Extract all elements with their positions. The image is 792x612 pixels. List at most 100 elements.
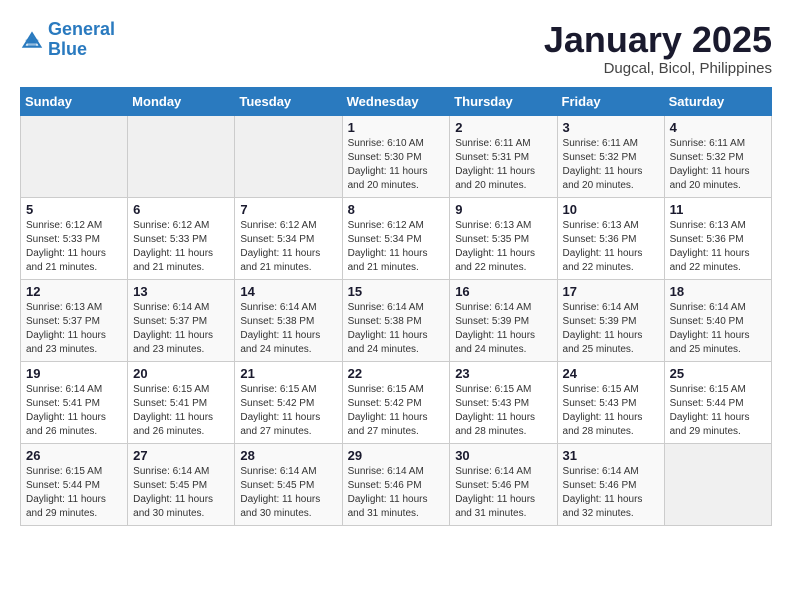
day-info: Sunrise: 6:15 AM Sunset: 5:41 PM Dayligh… xyxy=(133,383,229,439)
calendar-cell: 29Sunrise: 6:14 AM Sunset: 5:46 PM Dayli… xyxy=(342,443,450,525)
calendar-cell: 8Sunrise: 6:12 AM Sunset: 5:34 PM Daylig… xyxy=(342,197,450,279)
calendar-cell: 10 Sunrise: 6:13 AM Sunset: 5:36 PM Dayli… xyxy=(557,197,664,279)
day-number: 19 xyxy=(26,366,122,381)
day-info: Sunrise: 6:12 AM Sunset: 5:34 PM Dayligh… xyxy=(348,219,445,275)
calendar-cell: 11 Sunrise: 6:13 AM Sunset: 5:36 PM Dayli… xyxy=(664,197,771,279)
day-info: Sunrise: 6:15 AM Sunset: 5:44 PM Dayligh… xyxy=(670,383,766,439)
calendar-cell: 19 Sunrise: 6:14 AM Sunset: 5:41 PM Dayli… xyxy=(21,361,128,443)
day-info: Sunrise: 6:14 AM Sunset: 5:39 PM Dayligh… xyxy=(455,301,551,357)
day-number: 18 xyxy=(670,284,766,299)
calendar-cell: 3 Sunrise: 6:11 AM Sunset: 5:32 PM Daylig… xyxy=(557,115,664,197)
logo: General Blue xyxy=(20,20,115,60)
day-number: 1 xyxy=(348,120,445,135)
calendar-cell: 26Sunrise: 6:15 AM Sunset: 5:44 PM Dayli… xyxy=(21,443,128,525)
day-info: Sunrise: 6:10 AM Sunset: 5:30 PM Dayligh… xyxy=(348,137,445,193)
day-info: Sunrise: 6:15 AM Sunset: 5:43 PM Dayligh… xyxy=(455,383,551,439)
calendar-cell: 25 Sunrise: 6:15 AM Sunset: 5:44 PM Dayli… xyxy=(664,361,771,443)
day-info: Sunrise: 6:11 AM Sunset: 5:32 PM Dayligh… xyxy=(670,137,766,193)
calendar-week-row: 1 Sunrise: 6:10 AM Sunset: 5:30 PM Daylig… xyxy=(21,115,772,197)
day-number: 27 xyxy=(133,448,229,463)
calendar-cell xyxy=(235,115,342,197)
calendar-cell: 28 Sunrise: 6:14 AM Sunset: 5:45 PM Dayli… xyxy=(235,443,342,525)
day-number: 28 xyxy=(240,448,336,463)
day-info: Sunrise: 6:13 AM Sunset: 5:36 PM Dayligh… xyxy=(670,219,766,275)
day-number: 3 xyxy=(563,120,659,135)
subtitle: Dugcal, Bicol, Philippines xyxy=(544,60,772,77)
day-info: Sunrise: 6:15 AM Sunset: 5:43 PM Dayligh… xyxy=(563,383,659,439)
logo-text: General Blue xyxy=(48,20,115,60)
calendar-cell xyxy=(128,115,235,197)
calendar-cell: 13 Sunrise: 6:14 AM Sunset: 5:37 PM Dayli… xyxy=(128,279,235,361)
calendar-cell xyxy=(664,443,771,525)
day-info: Sunrise: 6:11 AM Sunset: 5:32 PM Dayligh… xyxy=(563,137,659,193)
day-info: Sunrise: 6:13 AM Sunset: 5:35 PM Dayligh… xyxy=(455,219,551,275)
calendar-cell: 20 Sunrise: 6:15 AM Sunset: 5:41 PM Dayli… xyxy=(128,361,235,443)
day-info: Sunrise: 6:12 AM Sunset: 5:33 PM Dayligh… xyxy=(26,219,122,275)
day-info: Sunrise: 6:14 AM Sunset: 5:41 PM Dayligh… xyxy=(26,383,122,439)
day-number: 2 xyxy=(455,120,551,135)
day-info: Sunrise: 6:14 AM Sunset: 5:46 PM Dayligh… xyxy=(455,465,551,521)
day-number: 21 xyxy=(240,366,336,381)
day-number: 10 xyxy=(563,202,659,217)
day-number: 16 xyxy=(455,284,551,299)
calendar-cell xyxy=(21,115,128,197)
calendar-cell: 6Sunrise: 6:12 AM Sunset: 5:33 PM Daylig… xyxy=(128,197,235,279)
weekday-header: Wednesday xyxy=(342,87,450,115)
day-number: 7 xyxy=(240,202,336,217)
calendar-week-row: 12 Sunrise: 6:13 AM Sunset: 5:37 PM Dayli… xyxy=(21,279,772,361)
day-number: 4 xyxy=(670,120,766,135)
day-number: 24 xyxy=(563,366,659,381)
day-info: Sunrise: 6:13 AM Sunset: 5:37 PM Dayligh… xyxy=(26,301,122,357)
weekday-header: Thursday xyxy=(450,87,557,115)
day-info: Sunrise: 6:12 AM Sunset: 5:34 PM Dayligh… xyxy=(240,219,336,275)
day-info: Sunrise: 6:15 AM Sunset: 5:42 PM Dayligh… xyxy=(348,383,445,439)
day-number: 25 xyxy=(670,366,766,381)
day-number: 30 xyxy=(455,448,551,463)
day-number: 20 xyxy=(133,366,229,381)
calendar-cell: 15Sunrise: 6:14 AM Sunset: 5:38 PM Dayli… xyxy=(342,279,450,361)
calendar-table: SundayMondayTuesdayWednesdayThursdayFrid… xyxy=(20,87,772,526)
page-header: General Blue January 2025 Dugcal, Bicol,… xyxy=(20,20,772,77)
calendar-cell: 24 Sunrise: 6:15 AM Sunset: 5:43 PM Dayli… xyxy=(557,361,664,443)
day-number: 23 xyxy=(455,366,551,381)
month-title: January 2025 xyxy=(544,20,772,60)
calendar-cell: 14 Sunrise: 6:14 AM Sunset: 5:38 PM Dayli… xyxy=(235,279,342,361)
day-number: 31 xyxy=(563,448,659,463)
calendar-cell: 17 Sunrise: 6:14 AM Sunset: 5:39 PM Dayli… xyxy=(557,279,664,361)
day-info: Sunrise: 6:14 AM Sunset: 5:39 PM Dayligh… xyxy=(563,301,659,357)
calendar-cell: 31 Sunrise: 6:14 AM Sunset: 5:46 PM Dayli… xyxy=(557,443,664,525)
day-info: Sunrise: 6:14 AM Sunset: 5:46 PM Dayligh… xyxy=(563,465,659,521)
day-number: 9 xyxy=(455,202,551,217)
day-number: 22 xyxy=(348,366,445,381)
day-info: Sunrise: 6:14 AM Sunset: 5:40 PM Dayligh… xyxy=(670,301,766,357)
day-info: Sunrise: 6:14 AM Sunset: 5:38 PM Dayligh… xyxy=(348,301,445,357)
calendar-cell: 22 Sunrise: 6:15 AM Sunset: 5:42 PM Dayli… xyxy=(342,361,450,443)
day-info: Sunrise: 6:14 AM Sunset: 5:38 PM Dayligh… xyxy=(240,301,336,357)
day-info: Sunrise: 6:12 AM Sunset: 5:33 PM Dayligh… xyxy=(133,219,229,275)
day-info: Sunrise: 6:13 AM Sunset: 5:36 PM Dayligh… xyxy=(563,219,659,275)
title-area: January 2025 Dugcal, Bicol, Philippines xyxy=(544,20,772,77)
day-number: 14 xyxy=(240,284,336,299)
calendar-cell: 30 Sunrise: 6:14 AM Sunset: 5:46 PM Dayli… xyxy=(450,443,557,525)
weekday-header: Friday xyxy=(557,87,664,115)
weekday-header: Sunday xyxy=(21,87,128,115)
day-info: Sunrise: 6:14 AM Sunset: 5:37 PM Dayligh… xyxy=(133,301,229,357)
calendar-cell: 9 Sunrise: 6:13 AM Sunset: 5:35 PM Daylig… xyxy=(450,197,557,279)
calendar-cell: 12 Sunrise: 6:13 AM Sunset: 5:37 PM Dayli… xyxy=(21,279,128,361)
calendar-week-row: 5Sunrise: 6:12 AM Sunset: 5:33 PM Daylig… xyxy=(21,197,772,279)
day-number: 11 xyxy=(670,202,766,217)
day-info: Sunrise: 6:14 AM Sunset: 5:46 PM Dayligh… xyxy=(348,465,445,521)
day-number: 12 xyxy=(26,284,122,299)
calendar-week-row: 26Sunrise: 6:15 AM Sunset: 5:44 PM Dayli… xyxy=(21,443,772,525)
day-number: 17 xyxy=(563,284,659,299)
day-number: 13 xyxy=(133,284,229,299)
calendar-cell: 18 Sunrise: 6:14 AM Sunset: 5:40 PM Dayli… xyxy=(664,279,771,361)
weekday-header: Monday xyxy=(128,87,235,115)
day-number: 26 xyxy=(26,448,122,463)
day-info: Sunrise: 6:14 AM Sunset: 5:45 PM Dayligh… xyxy=(240,465,336,521)
day-info: Sunrise: 6:11 AM Sunset: 5:31 PM Dayligh… xyxy=(455,137,551,193)
day-info: Sunrise: 6:14 AM Sunset: 5:45 PM Dayligh… xyxy=(133,465,229,521)
calendar-cell: 5Sunrise: 6:12 AM Sunset: 5:33 PM Daylig… xyxy=(21,197,128,279)
calendar-cell: 2 Sunrise: 6:11 AM Sunset: 5:31 PM Daylig… xyxy=(450,115,557,197)
calendar-cell: 23 Sunrise: 6:15 AM Sunset: 5:43 PM Dayli… xyxy=(450,361,557,443)
